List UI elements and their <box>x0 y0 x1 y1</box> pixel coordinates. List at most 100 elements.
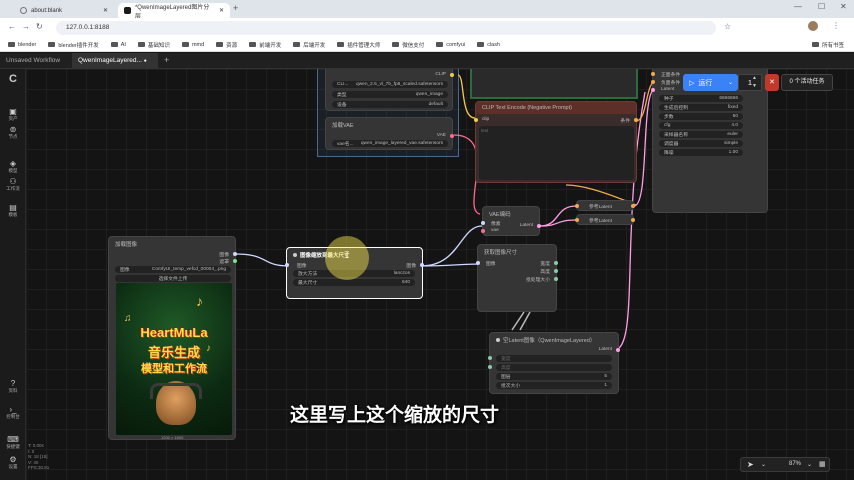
image-input-socket[interactable] <box>285 263 289 267</box>
node-title: 加载VAE <box>332 123 354 129</box>
reference-latent-node-2[interactable]: 参考Latent <box>575 214 635 225</box>
chevron-down-icon[interactable]: ⌄ <box>728 79 733 86</box>
music-note-icon: ♪ <box>196 293 203 309</box>
performance-stats: T: 0.00s I: 0 N: 18 [15] V: 40 FPS:30.81 <box>28 443 49 471</box>
vae-name-select[interactable]: vae名... qwen_image_layered_vae.safetensor… <box>332 140 448 147</box>
denoise-field[interactable]: 降噪 1.00 <box>659 149 743 156</box>
image-input-socket[interactable] <box>476 261 480 265</box>
poster-subtitle-2: 模型和工作流 <box>141 363 207 375</box>
latent-output-label: Latent <box>598 347 612 352</box>
node-status-dot-icon <box>293 253 297 257</box>
mask-output-label: 遮罩 <box>219 260 229 265</box>
pixels-input-socket[interactable] <box>481 221 485 225</box>
vae-loader-node[interactable]: 加载VAE VAE vae名... qwen_image_layered_vae.… <box>325 117 454 150</box>
node-status-dot-icon <box>496 338 500 342</box>
stepper-icon[interactable]: ▲ ▼ <box>752 74 757 90</box>
stat-line: N: 18 [15] <box>28 454 48 460</box>
latent-output-socket[interactable] <box>537 224 541 228</box>
clip-output-socket[interactable] <box>450 73 454 77</box>
run-button[interactable]: ▷ 运行 ⌄ <box>683 74 738 91</box>
clip-name-select[interactable]: CLI... qwen_2.5_vl_7b_fp8_scaled.safetens… <box>332 81 448 88</box>
node-title: CLIP Text Encode (Negative Prompt) <box>476 102 636 114</box>
cond-output-socket[interactable] <box>631 204 635 208</box>
vae-encode-node[interactable]: VAE编码 像素 vae Latent <box>481 206 541 236</box>
pointer-mode-icon[interactable]: ➤ <box>747 460 754 469</box>
cond-input-socket[interactable] <box>575 204 579 208</box>
empty-latent-layered-node[interactable]: 空Latent图像（QwenImageLayered） Latent 宽度 高度… <box>488 332 620 394</box>
node-title: VAE编码 <box>489 212 511 218</box>
close-icon: ✕ <box>769 79 775 86</box>
image-output-socket[interactable] <box>420 263 424 267</box>
clip-negative-node[interactable]: CLIP Text Encode (Negative Prompt) clip … <box>474 101 638 183</box>
clear-queue-button[interactable]: ✕ <box>765 74 779 91</box>
scheduler-select[interactable]: 调度器 simple <box>659 140 743 147</box>
height-output-socket[interactable] <box>554 269 558 273</box>
image-input-label: 图像 <box>297 264 307 269</box>
pixels-input-label: 像素 <box>491 222 501 227</box>
batch-output-label: 批处理大小 <box>526 278 550 283</box>
width-output-socket[interactable] <box>554 261 558 265</box>
positive-input-socket[interactable] <box>651 72 655 76</box>
get-image-size-node[interactable]: 获取图像尺寸 图像 宽度 高度 批处理大小 <box>476 244 558 312</box>
text-cursor-icon: ⌶ <box>344 250 350 260</box>
cond-output-label: 条件 <box>620 119 630 124</box>
batch-count-field[interactable]: 1 <box>738 74 762 91</box>
queue-status-button[interactable]: 0 个活动任务 <box>781 74 833 91</box>
poster-subtitle: 音乐生成 <box>147 345 200 360</box>
width-output-label: 宽度 <box>540 262 550 267</box>
batch-output-socket[interactable] <box>554 277 558 281</box>
image-link-2 <box>420 225 483 267</box>
width-input-socket[interactable] <box>488 356 492 360</box>
image-output-label: 图像 <box>219 253 229 258</box>
clip-link <box>457 74 476 119</box>
video-subtitle: 这里写上这个缩放的尺寸 <box>290 404 500 426</box>
minimap-icon[interactable]: ▦ <box>819 460 826 468</box>
latent-input-socket[interactable] <box>651 88 655 92</box>
chevron-down-icon[interactable]: ⌄ <box>761 461 766 468</box>
image-input-label: 图像 <box>486 262 496 267</box>
mask-output-socket[interactable] <box>233 259 237 263</box>
reference-latent-node-1[interactable]: 参考Latent <box>575 200 635 211</box>
chevron-down-icon[interactable]: ⌄ <box>807 461 812 468</box>
upload-button[interactable]: 选择文件上传 <box>115 275 231 282</box>
seed-field[interactable]: 种子 6666666 <box>659 95 743 102</box>
clip-loader-node[interactable]: CLIP CLI... qwen_2.5_vl_7b_fp8_scaled.saf… <box>325 69 454 111</box>
batch-size-field[interactable]: 批次大小 1 <box>496 382 612 389</box>
sampler-name-select[interactable]: 采样器名称 euler <box>659 131 743 138</box>
cond-input-socket[interactable] <box>575 218 579 222</box>
vae-output-label: VAE <box>436 133 446 138</box>
positive-input-label: 正面条件 <box>661 73 681 78</box>
zoom-level[interactable]: 87% <box>789 461 801 467</box>
width-input[interactable]: 宽度 <box>496 355 612 362</box>
steps-field[interactable]: 步数 50 <box>659 113 743 120</box>
clip-device-select[interactable]: 设备 default <box>332 101 448 108</box>
layers-field[interactable]: 图层 5 <box>496 373 612 380</box>
cond-output-socket[interactable] <box>634 118 638 122</box>
image-output-socket[interactable] <box>233 252 237 256</box>
vae-input-label: vae <box>491 228 499 233</box>
height-input[interactable]: 高度 <box>496 364 612 371</box>
max-size-field[interactable]: 最大尺寸 640 <box>293 279 415 286</box>
node-title: 加载图像 <box>115 242 138 248</box>
height-input-socket[interactable] <box>488 365 492 369</box>
music-note-icon: ♫ <box>124 313 132 324</box>
vae-input-socket[interactable] <box>481 229 485 233</box>
negative-input-socket[interactable] <box>651 80 655 84</box>
clip-input-socket[interactable] <box>474 118 478 122</box>
negative-prompt-textarea[interactable]: text <box>479 126 634 180</box>
clip-type-select[interactable]: 类型 qwen_image <box>332 91 448 98</box>
latent-output-socket[interactable] <box>616 348 620 352</box>
clip-input-label: clip <box>482 117 490 122</box>
image-output-label: 图像 <box>406 264 416 269</box>
clip-output-label: CLIP <box>435 72 446 77</box>
cfg-field[interactable]: cfg 4.0 <box>659 122 743 129</box>
image-size-label: 1200 × 1600 <box>161 435 184 440</box>
image-link-1 <box>234 253 291 267</box>
image-select[interactable]: 图像 ComfyUI_temp_vefcd_00004_.png <box>115 266 231 273</box>
image-preview: ♪ ♫ ♪ HeartMuLa 音乐生成 模型和工作流 <box>116 283 232 435</box>
cond-output-socket[interactable] <box>631 218 635 222</box>
vae-output-socket[interactable] <box>450 134 454 138</box>
poster-title: HeartMuLa <box>140 325 208 340</box>
latent-output-label: Latent <box>519 223 533 228</box>
control-after-generate-select[interactable]: 生成后控制 fixed <box>659 104 743 111</box>
